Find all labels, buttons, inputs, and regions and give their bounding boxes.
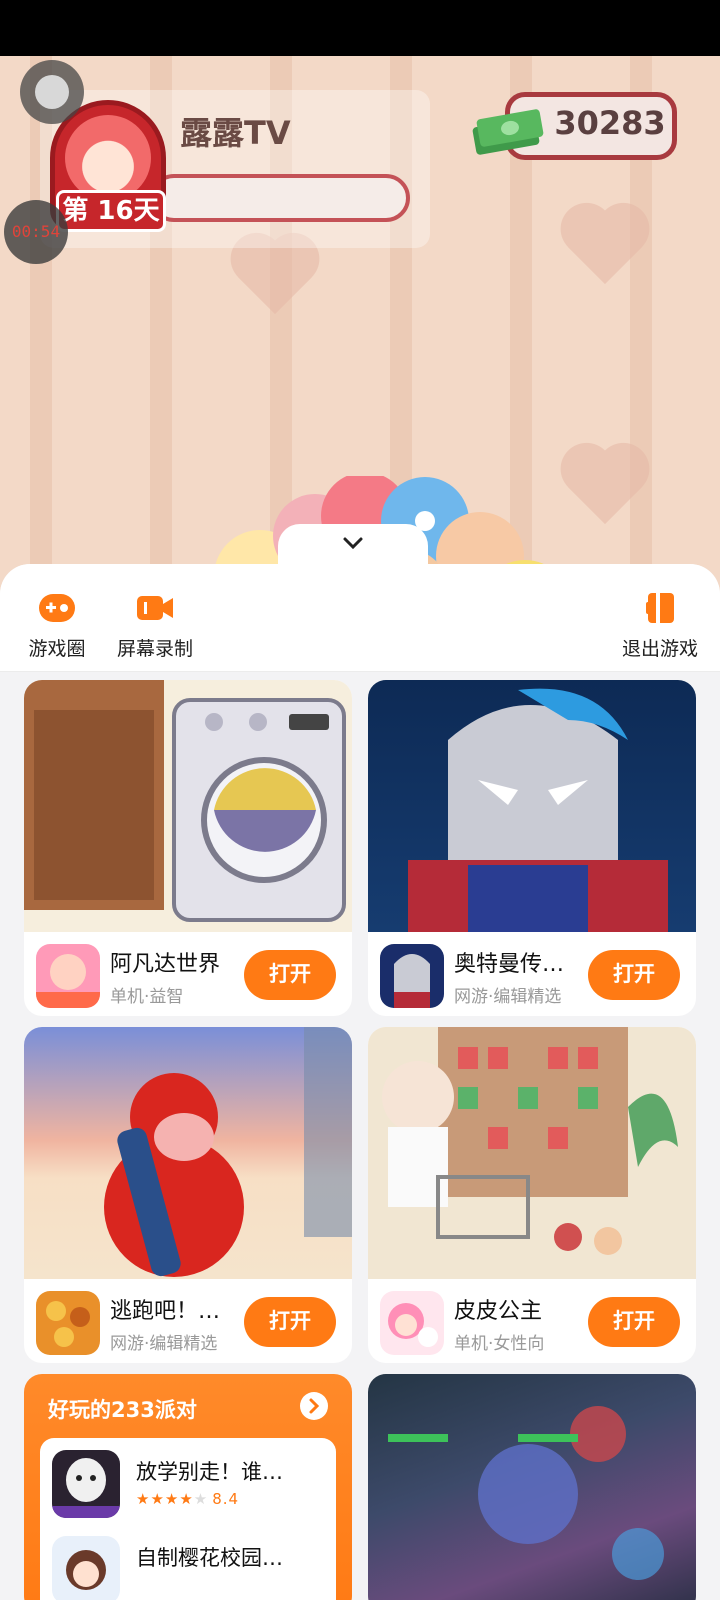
chevron-right-icon	[309, 1398, 320, 1414]
collapse-panel-button[interactable]	[278, 524, 428, 568]
rating-value: 8.4	[212, 1490, 240, 1508]
day-badge: 第 16天	[56, 190, 166, 232]
party-game-icon	[52, 1450, 120, 1518]
open-game-button[interactable]: 打开	[588, 950, 680, 1000]
open-game-button[interactable]: 打开	[588, 1297, 680, 1347]
heart-decoration	[230, 236, 320, 316]
game-screenshot	[24, 1027, 352, 1279]
game-name: 奥特曼传…	[454, 952, 565, 977]
coin-count: 30283	[554, 104, 666, 142]
open-game-button[interactable]: 打开	[244, 1297, 336, 1347]
game-card[interactable]	[368, 1374, 696, 1600]
chevron-down-icon	[343, 537, 363, 550]
party-game-name: 放学别走！谁…	[136, 1460, 283, 1484]
game-screenshot	[368, 1374, 696, 1600]
game-icon	[380, 944, 444, 1008]
exit-game-button[interactable]: 退出游戏	[605, 590, 715, 661]
game-meta: 网游·编辑精选	[110, 1334, 218, 1354]
game-name: 阿凡达世界	[110, 952, 221, 977]
party-game-name: 自制樱花校园…	[136, 1546, 283, 1570]
open-game-button[interactable]: 打开	[244, 950, 336, 1000]
heart-decoration	[560, 206, 650, 286]
game-card[interactable]: 阿凡达世界 单机·益智 打开	[24, 680, 352, 1016]
player-name: 露露TV	[180, 114, 291, 152]
progress-bar	[150, 174, 410, 222]
exit-door-icon	[646, 593, 674, 623]
game-card[interactable]: 皮皮公主 单机·女性向 打开	[368, 1027, 696, 1363]
rating-stars: ★★★★★ 8.4	[136, 1490, 240, 1508]
game-card[interactable]: 奥特曼传… 网游·编辑精选 打开	[368, 680, 696, 1016]
game-name: 逃跑吧！…	[110, 1299, 221, 1324]
game-meta: 网游·编辑精选	[454, 987, 562, 1007]
party-section[interactable]: 好玩的233派对 放学别走！谁… ★★★★★ 8.4 自制樱花校园…	[24, 1374, 352, 1600]
toolbar: 游戏圈 屏幕录制 退出游戏	[0, 564, 720, 672]
game-meta: 单机·益智	[110, 987, 184, 1007]
party-item[interactable]: 自制樱花校园…	[52, 1536, 332, 1600]
party-item[interactable]: 放学别走！谁… ★★★★★ 8.4	[52, 1450, 332, 1520]
game-screenshot	[368, 1027, 696, 1279]
video-camera-icon	[137, 596, 173, 620]
party-list: 放学别走！谁… ★★★★★ 8.4 自制樱花校园…	[40, 1438, 336, 1600]
game-card[interactable]: 逃跑吧！… 网游·编辑精选 打开	[24, 1027, 352, 1363]
exit-game-label: 退出游戏	[621, 638, 698, 660]
game-name: 皮皮公主	[454, 1299, 543, 1324]
game-card-footer: 阿凡达世界 单机·益智 打开	[24, 932, 352, 1016]
game-screenshot	[24, 680, 352, 932]
game-card-footer: 皮皮公主 单机·女性向 打开	[368, 1279, 696, 1363]
party-more-button[interactable]	[300, 1392, 328, 1420]
party-game-icon	[52, 1536, 120, 1600]
game-menu-sheet: 游戏圈 屏幕录制 退出游戏 阿凡达世界 单机·益智 打开 奥特曼传… 网游·编辑…	[0, 564, 720, 1600]
party-title: 好玩的233派对	[48, 1398, 197, 1422]
game-icon	[36, 1291, 100, 1355]
status-bar	[0, 0, 720, 56]
game-meta: 单机·女性向	[454, 1334, 545, 1354]
timer-badge: 00:54	[4, 200, 68, 264]
game-card-footer: 奥特曼传… 网游·编辑精选 打开	[368, 932, 696, 1016]
game-circle-button[interactable]: 游戏圈	[2, 590, 112, 661]
game-screenshot	[368, 680, 696, 932]
game-icon	[380, 1291, 444, 1355]
avatar-face	[65, 115, 151, 201]
game-icon	[36, 944, 100, 1008]
screen-record-button[interactable]: 屏幕录制	[100, 590, 210, 661]
game-card-footer: 逃跑吧！… 网游·编辑精选 打开	[24, 1279, 352, 1363]
screen-record-label: 屏幕录制	[116, 638, 193, 660]
floating-menu-button[interactable]	[20, 60, 84, 124]
gamepad-icon	[39, 594, 75, 622]
game-circle-label: 游戏圈	[28, 638, 86, 660]
heart-decoration	[560, 446, 650, 526]
money-stack-icon	[472, 109, 544, 155]
